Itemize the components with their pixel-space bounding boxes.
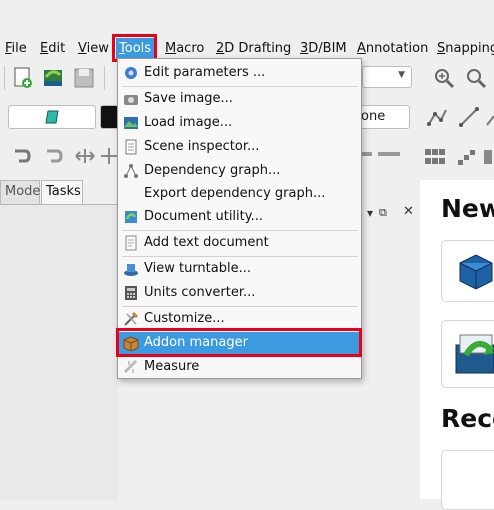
none-label: one (361, 109, 386, 124)
menu-snapping[interactable]: Snapping (437, 38, 494, 60)
ruler-icon (123, 359, 138, 374)
new-part-card[interactable] (441, 240, 494, 302)
save-document-icon[interactable] (73, 67, 95, 89)
image-icon (124, 117, 138, 129)
menu-annotation-rest: nnotation (365, 41, 429, 56)
open-file-card[interactable] (441, 320, 494, 388)
panel-float-icon[interactable]: ⧉ (379, 206, 387, 220)
draw-style-icon (45, 110, 59, 124)
line-icon[interactable] (458, 106, 480, 128)
menu-edit-rest: dit (48, 41, 66, 56)
close-icon[interactable]: ✕ (403, 204, 414, 219)
document-icon (125, 139, 137, 155)
menu-3d-bim[interactable]: 3D/BIM (300, 38, 347, 60)
new-heading: New (441, 194, 494, 223)
menu-snapping-rest: napping (445, 41, 494, 56)
workbench-selector[interactable]: ▼ (362, 66, 412, 88)
polyline-icon[interactable] (426, 106, 448, 128)
menu-item-export-dependency-graph[interactable]: Export dependency graph... (119, 183, 360, 205)
turntable-icon (124, 264, 138, 276)
scene-inspector-label: Scene inspector... (144, 139, 260, 154)
point-array-icon[interactable] (482, 146, 494, 168)
menu-view[interactable]: View (78, 38, 109, 60)
menu-annotation-mnemonic: A (357, 41, 366, 56)
menu-item-scene-inspector[interactable]: Scene inspector... (119, 136, 360, 158)
undo-style-icon[interactable] (10, 145, 32, 167)
menu-macro-mnemonic: M (165, 41, 177, 56)
load-image-label: Load image... (144, 115, 233, 130)
menu-macro-rest: acro (176, 41, 205, 56)
menu-item-edit-parameters[interactable]: Edit parameters ... (119, 62, 360, 84)
menu-view-mnemonic: V (78, 41, 87, 56)
panel-dropdown-icon[interactable]: ▾ (367, 206, 373, 220)
add-text-document-label: Add text document (144, 235, 269, 250)
menu-2d-rest: D Drafting (224, 41, 292, 56)
start-page: New Reco (420, 180, 494, 510)
path-array-icon[interactable] (456, 146, 478, 168)
dash-wide-icon[interactable] (378, 148, 400, 160)
menu-macro[interactable]: Macro (165, 38, 204, 60)
menu-item-view-turntable[interactable]: View turntable... (119, 258, 360, 280)
tab-tasks[interactable]: Tasks (41, 180, 83, 204)
measure-label: Measure (144, 359, 200, 374)
text-document-icon (125, 235, 137, 251)
gear-icon (125, 67, 137, 79)
more-icon[interactable] (486, 106, 494, 128)
new-document-icon[interactable] (12, 67, 34, 89)
zoom-in-icon[interactable] (433, 67, 455, 89)
customize-label: Customize... (144, 311, 225, 326)
menu-item-units-converter[interactable]: Units converter... (119, 282, 360, 304)
toolbar-grip (4, 66, 5, 90)
menu-item-add-text-document[interactable]: Add text document (119, 232, 360, 254)
menu-separator (122, 86, 358, 87)
export-dependency-graph-label: Export dependency graph... (144, 186, 326, 201)
menu-3d-rest: D/BIM (308, 41, 347, 56)
save-image-label: Save image... (144, 91, 233, 106)
document-utility-icon (125, 211, 137, 223)
chevron-down-icon: ▼ (398, 70, 405, 80)
menu-bar: File Edit View Tools Macro 2D Drafting 3… (0, 38, 494, 60)
menu-separator (122, 306, 358, 307)
menu-separator (122, 230, 358, 231)
menu-item-measure[interactable]: Measure (119, 356, 360, 378)
tasks-panel (0, 204, 118, 500)
menu-view-rest: iew (86, 41, 109, 56)
menu-item-load-image[interactable]: Load image... (119, 112, 360, 134)
array-icon[interactable] (424, 146, 446, 168)
camera-icon (124, 95, 138, 105)
calculator-icon (125, 286, 137, 300)
move-icon[interactable] (74, 145, 96, 167)
customize-icon (124, 311, 139, 326)
open-file-icon (455, 334, 494, 374)
recent-heading: Reco (441, 404, 494, 433)
units-converter-label: Units converter... (144, 285, 256, 300)
menu-item-dependency-graph[interactable]: Dependency graph... (119, 160, 360, 182)
menu-item-document-utility[interactable]: Document utility... (119, 206, 360, 228)
menu-separator (122, 256, 358, 257)
recent-file-card[interactable] (441, 450, 494, 510)
dependency-graph-label: Dependency graph... (144, 163, 281, 178)
part-design-icon (459, 254, 493, 290)
none-selector[interactable]: one (354, 105, 410, 129)
graph-icon (124, 164, 138, 178)
menu-annotation[interactable]: Annotation (357, 38, 428, 60)
tab-model[interactable]: Model (0, 180, 44, 204)
document-utility-label: Document utility... (144, 209, 263, 224)
zoom-select-icon[interactable] (465, 67, 487, 89)
menu-2d-drafting[interactable]: 2D Drafting (216, 38, 291, 60)
edit-parameters-label: Edit parameters ... (144, 65, 266, 80)
menu-edit[interactable]: Edit (40, 38, 65, 60)
redo-style-icon[interactable] (42, 145, 64, 167)
open-document-icon[interactable] (42, 67, 64, 89)
menu-item-customize[interactable]: Customize... (119, 308, 360, 330)
menu-file[interactable]: File (5, 38, 27, 60)
draw-style-button[interactable] (8, 105, 96, 129)
addon-manager-annotation-box (116, 328, 362, 357)
menu-item-save-image[interactable]: Save image... (119, 88, 360, 110)
menu-edit-mnemonic: E (40, 41, 49, 56)
view-turntable-label: View turntable... (144, 261, 251, 276)
toolbar-separator (104, 66, 105, 90)
menu-file-rest: ile (11, 41, 27, 56)
title-bar (0, 0, 494, 36)
